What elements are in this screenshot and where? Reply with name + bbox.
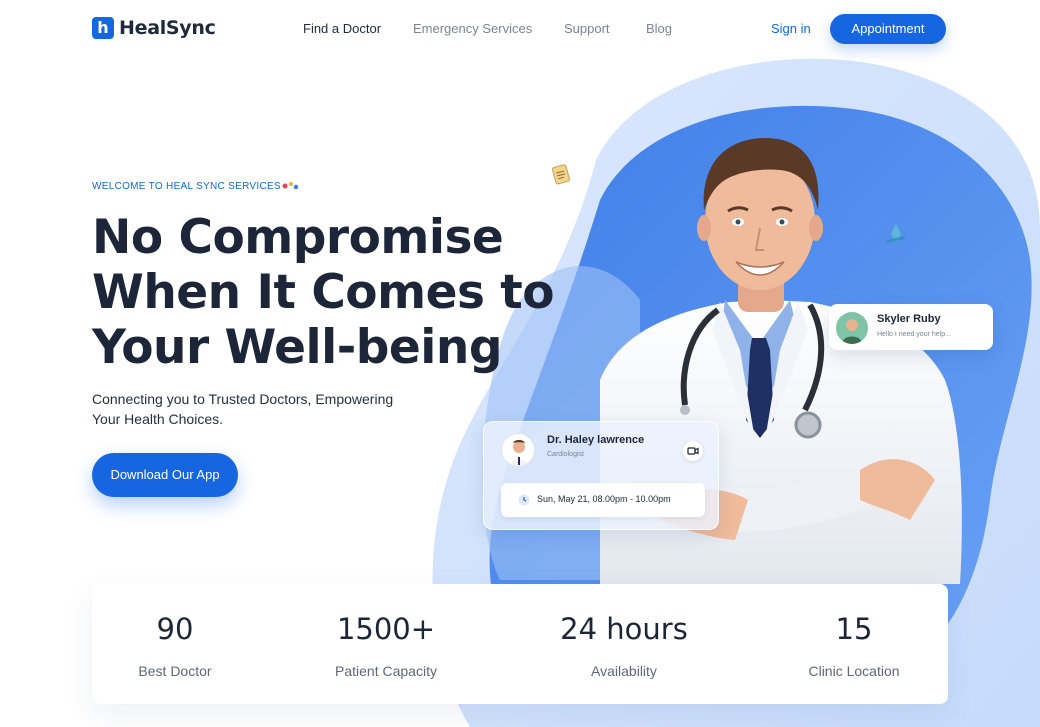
- stat-item: 24 hours Availability: [524, 610, 724, 679]
- headline-line: No Compromise: [92, 210, 504, 265]
- stat-label: Clinic Location: [808, 663, 900, 679]
- stats-bar: 90 Best Doctor 1500+ Patient Capacity 24…: [92, 584, 948, 704]
- stat-label: Availability: [591, 663, 657, 679]
- sign-in-link[interactable]: Sign in: [771, 21, 811, 36]
- stat-value: 15: [835, 612, 873, 646]
- stat-value: 1500+: [336, 612, 436, 646]
- chat-message-preview: Hello I need your help...: [877, 331, 951, 338]
- clock-icon: [518, 494, 530, 506]
- download-app-button[interactable]: Download Our App: [92, 453, 238, 497]
- doctor-appointment-card[interactable]: Dr. Haley lawrence Cardiologist Sun, May…: [483, 421, 719, 530]
- video-camera-icon: [687, 447, 699, 455]
- stat-item: 1500+ Patient Capacity: [286, 610, 486, 679]
- welcome-tagline: WELCOME TO HEAL SYNC SERVICES: [92, 181, 281, 192]
- appointment-time-slot: Sun, May 21, 08.00pm - 10.00pm: [501, 483, 705, 517]
- clipboard-icon: [551, 164, 570, 185]
- crystal-icon: [887, 224, 905, 243]
- nav-emergency-services[interactable]: Emergency Services: [413, 21, 532, 36]
- hero-subtext: Connecting you to Trusted Doctors, Empow…: [92, 389, 432, 429]
- stat-value: 90: [156, 612, 194, 646]
- stat-label: Patient Capacity: [335, 663, 437, 679]
- nav-support[interactable]: Support: [564, 21, 610, 36]
- doctor-specialty: Cardiologist: [547, 451, 584, 458]
- stat-value: 24 hours: [560, 612, 688, 646]
- subtext-line: Connecting you to Trusted Doctors, Empow…: [92, 391, 394, 407]
- doctor-name: Dr. Haley lawrence: [547, 434, 645, 446]
- pills-icon: [282, 182, 299, 190]
- video-call-button[interactable]: [683, 441, 703, 461]
- avatar: [501, 433, 535, 467]
- nav-blog[interactable]: Blog: [646, 21, 672, 36]
- avatar: [836, 312, 868, 344]
- chat-message-card[interactable]: Skyler Ruby Hello I need your help...: [829, 304, 993, 350]
- subtext-line: Your Health Choices.: [92, 411, 224, 427]
- stat-item: 15 Clinic Location: [754, 610, 954, 679]
- stat-label: Best Doctor: [138, 663, 212, 679]
- nav-find-a-doctor[interactable]: Find a Doctor: [303, 21, 381, 36]
- stat-item: 90 Best Doctor: [75, 610, 275, 679]
- headline-line: Your Well-being: [92, 320, 503, 375]
- appointment-time: Sun, May 21, 08.00pm - 10.00pm: [537, 494, 671, 504]
- headline-line: When It Comes to: [92, 265, 555, 320]
- appointment-button[interactable]: Appointment: [830, 14, 946, 44]
- chat-sender-name: Skyler Ruby: [877, 313, 941, 325]
- hero-headline: No Compromise When It Comes to Your Well…: [92, 210, 572, 375]
